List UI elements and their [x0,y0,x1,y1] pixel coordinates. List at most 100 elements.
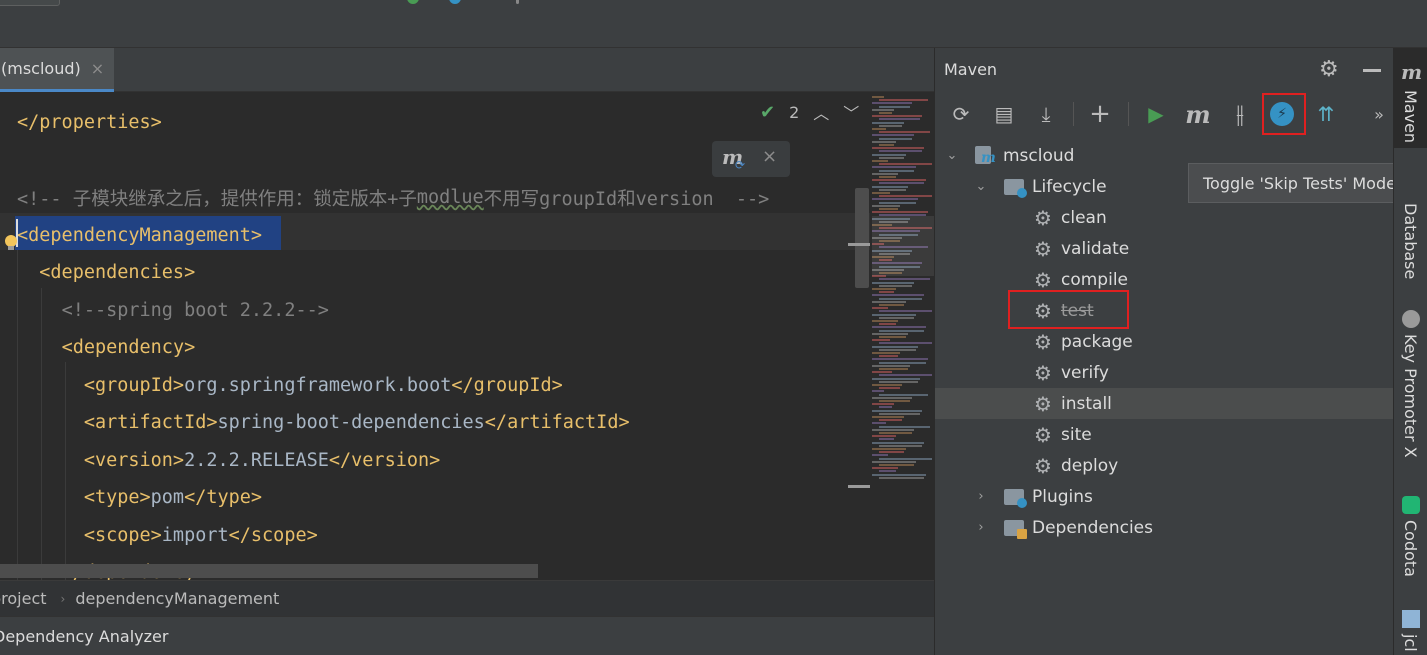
tree-item-dependencies[interactable]: › Dependencies [935,512,1394,543]
code-token: pom [150,487,185,508]
expanded-arrow-icon[interactable]: ⌄ [972,179,990,194]
sync-icon: ⟳ [735,158,746,172]
dismiss-popup-icon[interactable]: × [762,146,777,167]
minimap-line [872,307,888,310]
minimap-line [879,284,912,287]
tree-item-goal-clean[interactable]: ⚙ clean [935,202,1394,233]
vertical-scrollbar[interactable] [855,188,869,288]
tree-item-label: Lifecycle [1032,176,1107,197]
tree-item-label: deploy [1061,455,1119,476]
next-highlight-icon[interactable]: ﹀ [843,100,859,124]
dependency-analyzer-label: Dependency Analyzer [0,626,169,646]
minimap-line [872,160,888,162]
scroll-marker [848,243,870,246]
minimap-line [872,313,916,316]
collapsed-arrow-icon[interactable]: › [972,520,990,535]
minimap-line [872,460,916,463]
goal-gear-icon: ⚙ [1034,205,1052,230]
minimap-line [879,406,892,409]
tree-item-goal-site[interactable]: ⚙ site [935,419,1394,450]
minimap-line [872,364,910,367]
toolbar-run-icon[interactable] [407,0,419,4]
reload-folder-icon[interactable]: ▤ [990,100,1018,128]
minimap-line [879,400,910,402]
tree-item-goal-verify[interactable]: ⚙ verify [935,357,1394,388]
minimap-line [879,438,894,441]
key-promoter-icon [1402,310,1420,328]
tooltip-text: Toggle 'Skip Tests' Mode [1203,173,1396,193]
previous-highlight-icon[interactable]: ︿ [813,100,829,124]
stripe-button-maven[interactable]: m Maven [1394,48,1427,148]
minimap-line [872,358,928,361]
inspection-widget[interactable]: ✔ 2 ︿ ﹀ [760,100,859,124]
tree-item-goal-deploy[interactable]: ⚙ deploy [935,450,1394,481]
stripe-button-jcl[interactable]: jcl [1394,610,1427,655]
collapsed-arrow-icon[interactable]: › [972,489,990,504]
tree-item-plugins[interactable]: › Plugins [935,481,1394,512]
more-icon[interactable]: » [1365,100,1393,128]
code-token: <dependencies> [39,262,196,283]
toolbar-search-field[interactable] [0,0,60,6]
stripe-button-codota[interactable]: Codota [1394,496,1427,581]
minimap-line [879,348,916,351]
show-dependencies-icon[interactable]: ⇈ [1312,100,1340,128]
minimap-line [872,345,918,348]
code-token: <dependency> [61,337,196,358]
execute-goal-icon[interactable]: m [1184,100,1212,129]
stripe-label-maven: Maven [1401,90,1420,144]
minimap-line [872,288,896,290]
editor-tab-bar: (mscloud) × [0,48,934,92]
hide-panel-icon[interactable] [1363,69,1381,72]
tab-close-icon[interactable]: × [91,59,104,78]
minimap-line [872,300,906,303]
minimap-line [879,419,902,422]
minimap-line [879,137,912,140]
add-project-icon[interactable]: + [1086,99,1114,129]
toggle-offline-icon[interactable]: ⫲ [1226,100,1254,128]
breadcrumb-item-project[interactable]: project [0,589,47,608]
dependency-analyzer-tab[interactable]: Dependency Analyzer [0,616,934,655]
stripe-button-key-promoter-x[interactable]: Key Promoter X [1394,310,1427,470]
minimap-line [872,339,890,342]
code-minimap[interactable] [872,96,934,486]
code-token: org.springframework.boot [184,374,452,396]
tab-pom-mscloud[interactable]: (mscloud) × [0,48,114,92]
minimap-line [872,115,922,118]
stripe-button-database[interactable]: Database [1394,203,1427,283]
stripe-label-jcl: jcl [1401,634,1420,652]
toolbar-debug-icon[interactable] [449,0,461,4]
tree-item-goal-test[interactable]: ⚙ test [935,295,1394,326]
maven-project-icon: m [974,145,996,167]
minimap-line [872,332,908,335]
minimap-viewport[interactable] [872,216,934,276]
download-sources-icon[interactable]: ⤓ [1032,100,1060,128]
goal-gear-icon: ⚙ [1034,422,1052,447]
settings-gear-icon[interactable]: ⚙ [1319,57,1339,82]
minimap-line [872,467,898,470]
minimap-line [879,124,902,127]
tree-item-goal-install[interactable]: ⚙ install [935,388,1394,419]
breadcrumb-item-dependencymanagement[interactable]: dependencyManagement [75,589,279,608]
code-token: </version> [328,449,441,471]
load-maven-changes-popup: m ⟳ × [712,141,790,177]
tree-item-goal-package[interactable]: ⚙ package [935,326,1394,357]
code-token: <type> [83,487,151,508]
reload-all-icon[interactable]: ⟳ [947,100,975,128]
scroll-marker [848,485,870,488]
tree-item-label: install [1061,393,1112,414]
tab-label: (mscloud) [1,59,81,78]
minimap-line [872,172,898,175]
minimap-line [872,121,904,124]
horizontal-scrollbar[interactable] [0,564,538,578]
expanded-arrow-icon[interactable]: ⌄ [943,148,961,163]
minimap-line [872,448,906,450]
intention-bulb-icon[interactable] [4,235,18,251]
tree-item-goal-validate[interactable]: ⚙ validate [935,233,1394,264]
code-line: <dependencies> [17,254,195,291]
run-icon[interactable]: ▶ [1142,100,1170,128]
tree-item-goal-compile[interactable]: ⚙ compile [935,264,1394,295]
code-token: <artifactId> [83,412,218,433]
